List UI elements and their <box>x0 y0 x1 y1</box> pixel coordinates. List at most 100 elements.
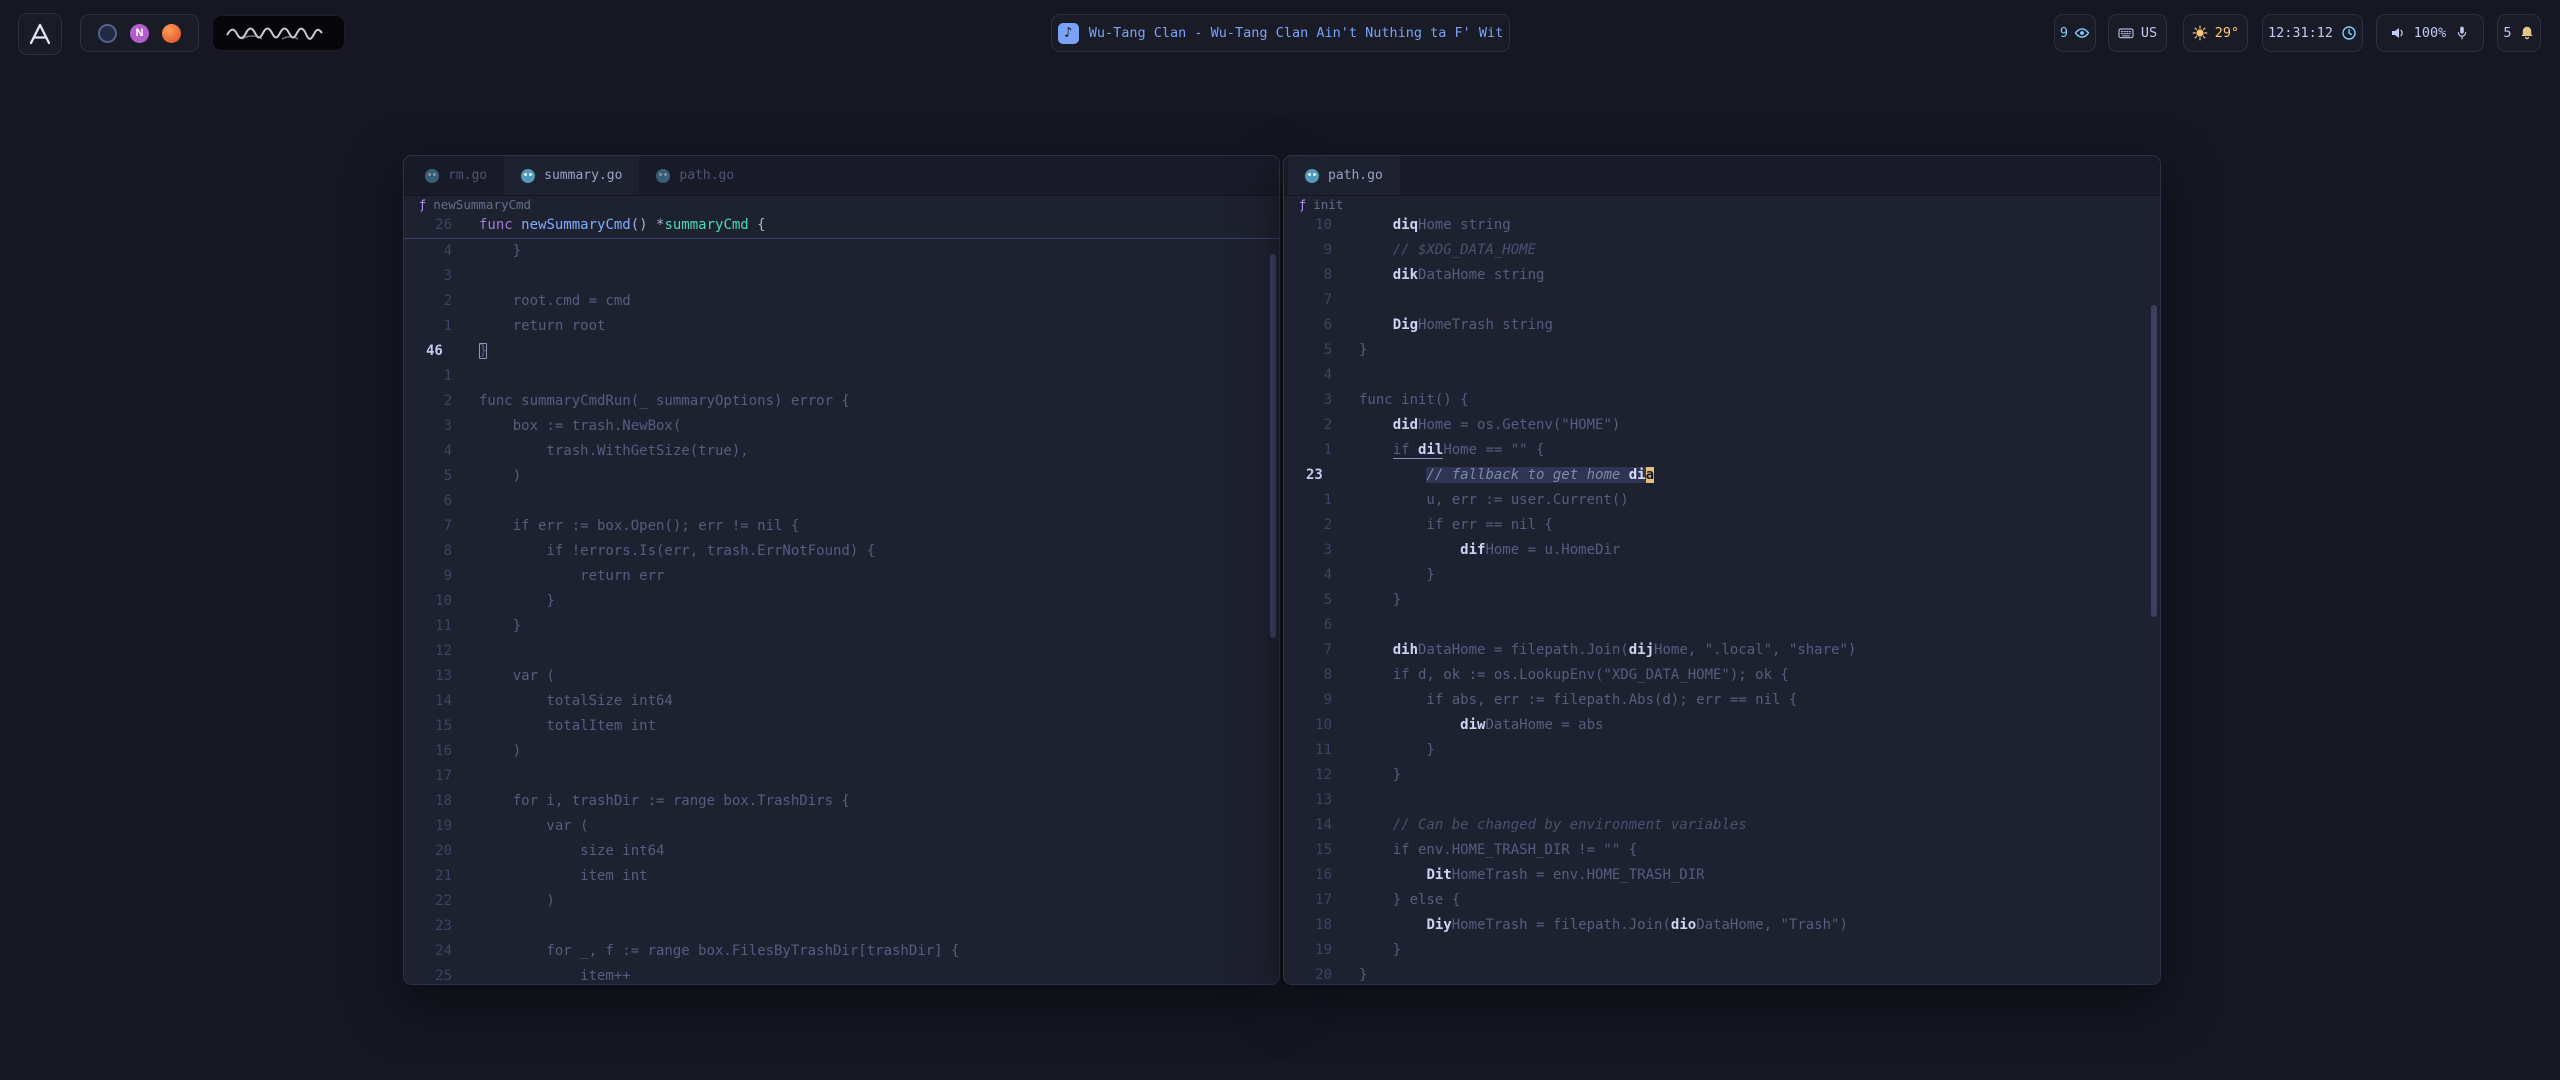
keyboard-icon <box>2118 25 2134 41</box>
code-area[interactable]: 4 }32 root.cmd = cmd1 return root46}12fu… <box>404 239 1279 984</box>
workspace-icon-1[interactable] <box>98 24 117 43</box>
code-row: 10 diqHome string <box>1284 213 2160 238</box>
code-row: 6 <box>404 489 1279 514</box>
code-row: 11 } <box>1284 738 2160 763</box>
code-row: 10 diwDataHome = abs <box>1284 713 2160 738</box>
workspace-icon-3[interactable] <box>162 24 181 43</box>
arch-logo-icon <box>27 21 53 47</box>
code-row: 3 <box>404 264 1279 289</box>
clock-module[interactable]: 12:31:12 <box>2262 14 2363 52</box>
status-bar: N Wu-Tang Clan - Wu-Tang Clan Ain't Nuth… <box>0 0 2560 62</box>
go-file-icon <box>656 169 670 183</box>
code-row: 1 return root <box>404 314 1279 339</box>
code-row: 22 ) <box>404 889 1279 914</box>
code-row: 10 } <box>404 589 1279 614</box>
code-row: 2 if err == nil { <box>1284 513 2160 538</box>
code-row: 1 <box>404 364 1279 389</box>
code-row: 5 ) <box>404 464 1279 489</box>
code-row: 4 } <box>1284 563 2160 588</box>
code-row: 21 item int <box>404 864 1279 889</box>
temperature: 29° <box>2215 25 2239 41</box>
tab-bar: path.go <box>1284 156 2160 196</box>
code-row: 9 if abs, err := filepath.Abs(d); err ==… <box>1284 688 2160 713</box>
breadcrumb: init <box>1284 196 2160 213</box>
code-row: 1 if dilHome == "" { <box>1284 438 2160 463</box>
code-row: 13 <box>1284 788 2160 813</box>
code-row: 23 // fallback to get home dia <box>1284 463 2160 488</box>
tab-summary.go[interactable]: summary.go <box>504 156 639 195</box>
indicator-count: 9 <box>2060 25 2068 41</box>
breadcrumb-label: init <box>1313 197 1343 212</box>
code-row: 7 <box>1284 288 2160 313</box>
scrollbar-thumb[interactable] <box>2151 305 2157 617</box>
workspaces: N <box>80 14 199 52</box>
code-row: 3 difHome = u.HomeDir <box>1284 538 2160 563</box>
scribble-icon <box>220 22 337 44</box>
code-row: 6 DigHomeTrash string <box>1284 313 2160 338</box>
sun-icon <box>2192 25 2208 41</box>
speaker-icon <box>2390 25 2406 41</box>
code-row: 17 <box>404 764 1279 789</box>
code-row: 18 for i, trashDir := range box.TrashDir… <box>404 789 1279 814</box>
code-row: 3 box := trash.NewBox( <box>404 414 1279 439</box>
code-row: 6 <box>1284 613 2160 638</box>
indicator-module[interactable]: 9 <box>2054 14 2096 52</box>
code-row: 8 if d, ok := os.LookupEnv("XDG_DATA_HOM… <box>1284 663 2160 688</box>
notification-count: 5 <box>2503 25 2511 41</box>
code-row: 14 // Can be changed by environment vari… <box>1284 813 2160 838</box>
code-row: 2 root.cmd = cmd <box>404 289 1279 314</box>
code-row: 15 if env.HOME_TRASH_DIR != "" { <box>1284 838 2160 863</box>
breadcrumb-label: newSummaryCmd <box>433 197 531 212</box>
function-icon <box>1299 199 1306 211</box>
tab-path.go[interactable]: path.go <box>1288 156 1400 195</box>
code-area[interactable]: 10 diqHome string9 // $XDG_DATA_HOME8 di… <box>1284 213 2160 984</box>
redacted-text <box>212 15 345 51</box>
eye-icon <box>2074 25 2090 41</box>
code-row: 7 if err := box.Open(); err != nil { <box>404 514 1279 539</box>
code-row: 11 } <box>404 614 1279 639</box>
code-row: 2 didHome = os.Getenv("HOME") <box>1284 413 2160 438</box>
code-row: 46} <box>404 339 1279 364</box>
weather-module[interactable]: 29° <box>2183 14 2248 52</box>
code-row: 7 dihDataHome = filepath.Join(dijHome, "… <box>1284 638 2160 663</box>
code-row: 18 DiyHomeTrash = filepath.Join(dioDataH… <box>1284 913 2160 938</box>
editor-window-right: path.go init 10 diqHome string9 // $XDG_… <box>1283 155 2161 985</box>
editor-window-left: rm.gosummary.gopath.go newSummaryCmd 26f… <box>403 155 1280 985</box>
notifications-module[interactable]: 5 <box>2497 14 2541 52</box>
function-icon <box>419 199 426 211</box>
volume-level: 100% <box>2414 25 2447 41</box>
code-row: 25 item++ <box>404 964 1279 984</box>
workspace-icon-2[interactable]: N <box>130 24 149 43</box>
clock-time: 12:31:12 <box>2268 25 2333 41</box>
code-row: 19 } <box>1284 938 2160 963</box>
code-row: 1 u, err := user.Current() <box>1284 488 2160 513</box>
keyboard-layout-module[interactable]: US <box>2108 14 2167 52</box>
breadcrumb: newSummaryCmd <box>404 196 1279 213</box>
go-file-icon <box>521 169 535 183</box>
code-row: 5} <box>1284 338 2160 363</box>
keyboard-layout: US <box>2141 25 2157 41</box>
tab-bar: rm.gosummary.gopath.go <box>404 156 1279 196</box>
code-row: 16 ) <box>404 739 1279 764</box>
code-row: 8 if !errors.Is(err, trash.ErrNotFound) … <box>404 539 1279 564</box>
music-icon <box>1058 23 1079 44</box>
code-row: 9 return err <box>404 564 1279 589</box>
media-module[interactable]: Wu-Tang Clan - Wu-Tang Clan Ain't Nuthin… <box>1051 14 1510 52</box>
tab-path.go[interactable]: path.go <box>639 156 751 195</box>
code-row: 4 } <box>404 239 1279 264</box>
go-file-icon <box>425 169 439 183</box>
code-row: 12 <box>404 639 1279 664</box>
bell-icon <box>2519 25 2535 41</box>
code-row: 3func init() { <box>1284 388 2160 413</box>
code-row: 12 } <box>1284 763 2160 788</box>
code-row: 13 var ( <box>404 664 1279 689</box>
code-row: 4 <box>1284 363 2160 388</box>
launcher-button[interactable] <box>18 13 62 55</box>
code-row: 23 <box>404 914 1279 939</box>
scrollbar-thumb[interactable] <box>1270 254 1276 638</box>
mic-icon <box>2454 25 2470 41</box>
audio-module[interactable]: 100% <box>2376 14 2484 52</box>
code-row: 14 totalSize int64 <box>404 689 1279 714</box>
code-row: 15 totalItem int <box>404 714 1279 739</box>
tab-rm.go[interactable]: rm.go <box>408 156 504 195</box>
